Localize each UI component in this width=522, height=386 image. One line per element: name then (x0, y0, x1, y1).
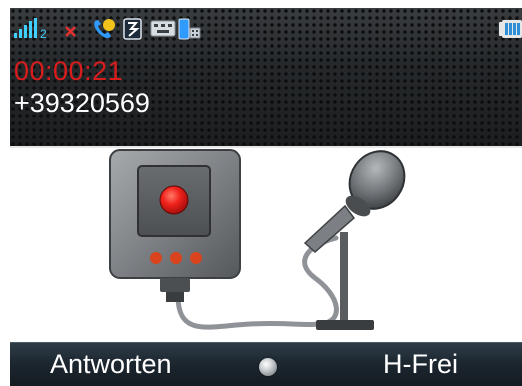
profile-icon (123, 18, 142, 40)
signal-strength-icon: 2 (14, 18, 47, 40)
status-bar: 2 (14, 14, 522, 44)
sim-icon (178, 18, 201, 40)
handsfree-softkey[interactable]: H-Frei (383, 351, 458, 378)
top-margin (0, 0, 522, 8)
signal-label: 2 (40, 27, 47, 40)
answer-softkey[interactable]: Antworten (50, 351, 172, 378)
softkey-bar: Antworten H-Frei (10, 342, 522, 386)
screen-left-edge (0, 0, 10, 385)
battery-icon (499, 20, 522, 38)
caller-number: +39320569 (14, 88, 150, 118)
call-phone-icon (94, 19, 115, 39)
center-select-key-icon[interactable] (259, 358, 277, 376)
voice-recorder-illustration (109, 149, 406, 330)
keypad-icon (150, 20, 176, 37)
no-data-icon (65, 26, 76, 37)
call-timer: 00:00:21 (14, 56, 124, 86)
